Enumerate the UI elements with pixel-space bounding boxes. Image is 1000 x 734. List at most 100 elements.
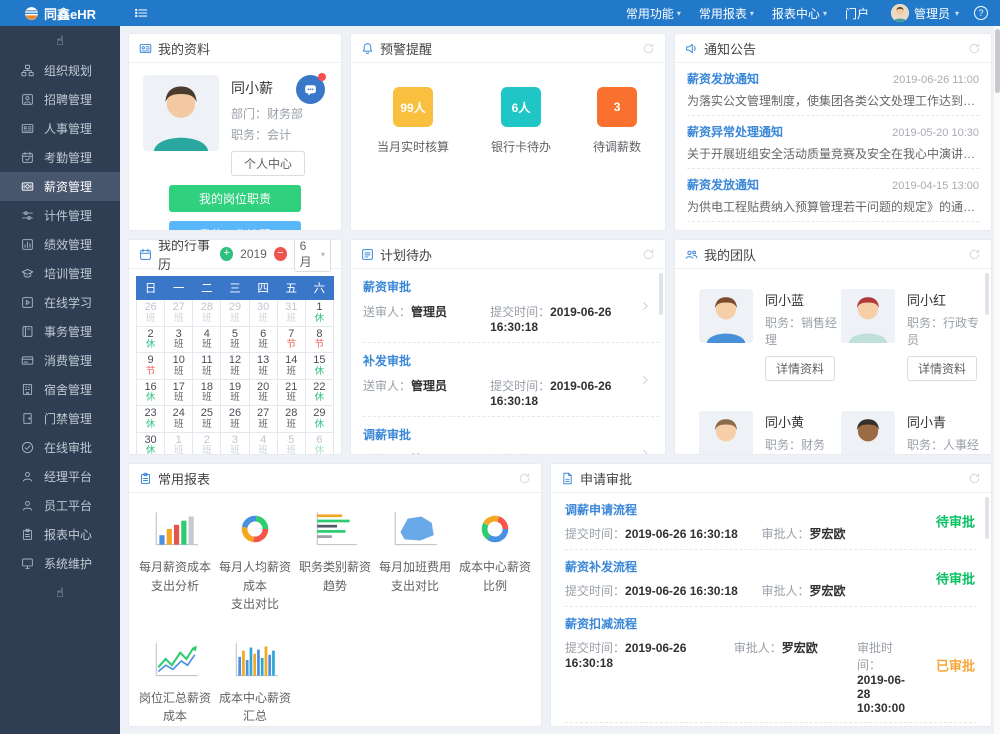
calendar-day[interactable]: 6休 [305, 432, 333, 455]
sidebar-item-招聘管理[interactable]: 招聘管理 [0, 85, 120, 114]
message-icon[interactable] [296, 75, 325, 104]
sidebar-item-宿舍管理[interactable]: 宿舍管理 [0, 375, 120, 404]
calendar-day[interactable]: 2休 [137, 326, 165, 353]
personal-center-button[interactable]: 个人中心 [231, 151, 305, 176]
report-shortcut[interactable]: 职务类别薪资趋势 [295, 509, 375, 614]
calendar-day[interactable]: 27班 [165, 300, 193, 327]
todo-item[interactable]: 调薪审批送审人：管理员提交时间：2019-06-26 16:30:18 [363, 417, 659, 455]
refresh-icon[interactable] [968, 472, 981, 485]
calendar-day[interactable]: 10班 [165, 353, 193, 380]
user-avatar[interactable] [891, 4, 909, 22]
sidebar-item-在线审批[interactable]: 在线审批 [0, 433, 120, 462]
my-duty-button[interactable]: 我的岗位职责 [169, 185, 301, 212]
member-detail-button[interactable]: 详情资料 [765, 356, 835, 381]
calendar-day[interactable]: 28班 [193, 300, 221, 327]
calendar-day[interactable]: 15休 [305, 353, 333, 380]
todo-title[interactable]: 补发审批 [363, 352, 629, 369]
calendar-day[interactable]: 29休 [305, 406, 333, 433]
calendar-day[interactable]: 7节 [277, 326, 305, 353]
notice-title[interactable]: 薪资异常处理通知 [687, 229, 783, 231]
sidebar-item-绩效管理[interactable]: 绩效管理 [0, 230, 120, 259]
calendar-day[interactable]: 6班 [249, 326, 277, 353]
calendar-day[interactable]: 13班 [249, 353, 277, 380]
calendar-day[interactable]: 17班 [165, 379, 193, 406]
calendar-day[interactable]: 11班 [193, 353, 221, 380]
scrollbar-thumb[interactable] [995, 29, 1000, 93]
calendar-day[interactable]: 23休 [137, 406, 165, 433]
calendar-day[interactable]: 2班 [193, 432, 221, 455]
user-name[interactable]: 管理员 [914, 5, 950, 22]
sidebar-item-门禁管理[interactable]: 门禁管理 [0, 404, 120, 433]
year-increase-button[interactable]: + [220, 247, 233, 261]
refresh-icon[interactable] [968, 42, 981, 55]
todo-title[interactable]: 薪资审批 [363, 278, 629, 295]
alert-tile[interactable]: 99人当月实时核算 [377, 87, 449, 155]
calendar-day[interactable]: 3班 [221, 432, 249, 455]
notice-title[interactable]: 薪资异常处理通知 [687, 123, 783, 140]
report-shortcut[interactable]: 成本中心薪资汇总/成本中心人均薪资 [215, 640, 295, 727]
refresh-icon[interactable] [642, 248, 655, 261]
calendar-day[interactable]: 29班 [221, 300, 249, 327]
todo-item[interactable]: 薪资审批送审人：管理员提交时间：2019-06-26 16:30:18 [363, 269, 659, 343]
calendar-day[interactable]: 1休 [305, 300, 333, 327]
calendar-day[interactable]: 16休 [137, 379, 165, 406]
calendar-day[interactable]: 8节 [305, 326, 333, 353]
refresh-icon[interactable] [518, 472, 531, 485]
topnav-item[interactable]: 常用报表▾ [699, 5, 754, 22]
calendar-day[interactable]: 20班 [249, 379, 277, 406]
month-select[interactable]: 6月▾ [294, 239, 331, 272]
notice-item[interactable]: 薪资异常处理通知2019-02-21 11:00要进一步加强供用电合同管理，注重… [687, 222, 979, 231]
approval-item[interactable]: 调薪申请流程提交时间：2019-06-26 16:30:18审批人：罗宏欧审批时… [565, 723, 977, 727]
refresh-icon[interactable] [642, 42, 655, 55]
calendar-day[interactable]: 9节 [137, 353, 165, 380]
sidebar-item-人事管理[interactable]: 人事管理 [0, 114, 120, 143]
approval-title[interactable]: 薪资补发流程 [565, 558, 905, 575]
calendar-day[interactable]: 1班 [165, 432, 193, 455]
topnav-item[interactable]: 门户 [845, 5, 869, 22]
calendar-day[interactable]: 19班 [221, 379, 249, 406]
topnav-item[interactable]: 常用功能▾ [626, 5, 681, 22]
report-shortcut[interactable]: 每月薪资成本支出分析 [135, 509, 215, 614]
sidebar-item-系统维护[interactable]: 系统维护 [0, 549, 120, 578]
sidebar-item-计件管理[interactable]: 计件管理 [0, 201, 120, 230]
calendar-day[interactable]: 25班 [193, 406, 221, 433]
refresh-icon[interactable] [968, 248, 981, 261]
sidebar-item-事务管理[interactable]: 事务管理 [0, 317, 120, 346]
scrollbar-thumb[interactable] [985, 497, 989, 539]
member-detail-button[interactable]: 详情资料 [907, 356, 977, 381]
app-logo[interactable]: 同鑫eHR [0, 4, 120, 23]
approval-item[interactable]: 薪资扣减流程提交时间：2019-06-26 16:30:18审批人：罗宏欧审批时… [565, 607, 977, 723]
scrollbar-thumb[interactable] [659, 273, 663, 315]
sidebar-item-薪资管理[interactable]: 薪资管理 [0, 172, 120, 201]
calendar-day[interactable]: 26班 [137, 300, 165, 327]
approval-title[interactable]: 薪资扣减流程 [565, 615, 905, 632]
alert-tile[interactable]: 3待调薪数 [593, 87, 641, 155]
calendar-day[interactable]: 4班 [249, 432, 277, 455]
calendar-day[interactable]: 14班 [277, 353, 305, 380]
report-shortcut[interactable]: 岗位汇总薪资成本/岗位平均工资成本 [135, 640, 215, 727]
calendar-day[interactable]: 5班 [221, 326, 249, 353]
calendar-day[interactable]: 18班 [193, 379, 221, 406]
help-icon[interactable]: ? [974, 6, 988, 20]
notice-item[interactable]: 薪资异常处理通知2019-05-20 10:30关于开展班组安全活动质量竞赛及安… [687, 116, 979, 169]
sidebar-item-组织规划[interactable]: 组织规划 [0, 56, 120, 85]
hand-icon[interactable]: ☝ [0, 26, 120, 56]
sidebar-item-在线学习[interactable]: 在线学习 [0, 288, 120, 317]
notice-title[interactable]: 薪资发放通知 [687, 176, 759, 193]
sidebar-item-培训管理[interactable]: 培训管理 [0, 259, 120, 288]
calendar-day[interactable]: 30休 [137, 432, 165, 455]
calendar-day[interactable]: 31班 [277, 300, 305, 327]
calendar-day[interactable]: 28班 [277, 406, 305, 433]
calendar-day[interactable]: 3班 [165, 326, 193, 353]
alert-tile[interactable]: 6人银行卡待办 [491, 87, 551, 155]
approval-item[interactable]: 薪资补发流程提交时间：2019-06-26 16:30:18审批人：罗宏欧待审批 [565, 550, 977, 607]
notice-item[interactable]: 薪资发放通知2019-06-26 11:00为落实公文管理制度，使集团各类公文处… [687, 63, 979, 116]
todo-item[interactable]: 补发审批送审人：管理员提交时间：2019-06-26 16:30:18 [363, 343, 659, 417]
report-shortcut[interactable]: 每月加班费用支出对比 [375, 509, 455, 614]
my-workflow-button[interactable]: 我的工作流程 [169, 221, 301, 231]
approval-title[interactable]: 调薪申请流程 [565, 501, 905, 518]
sidebar-item-经理平台[interactable]: 经理平台 [0, 462, 120, 491]
scrollbar-thumb[interactable] [985, 273, 989, 315]
calendar-day[interactable]: 4班 [193, 326, 221, 353]
notice-item[interactable]: 薪资发放通知2019-04-15 13:00为供电工程贴费纳入预算管理若干问题的… [687, 169, 979, 222]
